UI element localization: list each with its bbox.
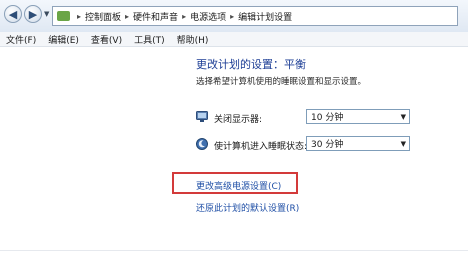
- restore-defaults-link[interactable]: 还原此计划的默认设置(R): [196, 201, 299, 214]
- menu-tools[interactable]: 工具(T): [128, 33, 171, 46]
- display-off-label: 关闭显示器:: [214, 115, 263, 125]
- breadcrumb-hardware-sound[interactable]: 硬件和声音: [133, 10, 178, 23]
- breadcrumb-separator: ▸: [230, 11, 235, 21]
- breadcrumb-separator: ▸: [182, 11, 187, 21]
- menu-help[interactable]: 帮助(H): [171, 33, 215, 46]
- advanced-power-settings-link[interactable]: 更改高级电源设置(C): [196, 179, 281, 192]
- display-off-value: 10 分钟: [311, 113, 344, 123]
- display-off-select[interactable]: 10 分钟 ▼: [306, 109, 410, 124]
- history-dropdown-icon[interactable]: ▼: [44, 10, 49, 18]
- sleep-icon: [196, 138, 208, 150]
- sleep-label: 使计算机进入睡眠状态:: [214, 142, 308, 152]
- sleep-value: 30 分钟: [311, 140, 344, 150]
- menu-edit[interactable]: 编辑(E): [42, 33, 85, 46]
- breadcrumb-power-options[interactable]: 电源选项: [190, 10, 226, 23]
- breadcrumb-edit-plan[interactable]: 编辑计划设置: [238, 10, 292, 23]
- chevron-down-icon: ▼: [400, 113, 406, 121]
- sleep-select[interactable]: 30 分钟 ▼: [306, 136, 410, 151]
- breadcrumb-separator: ▸: [77, 11, 82, 21]
- page-description: 选择希望计算机使用的睡眠设置和显示设置。: [196, 77, 367, 87]
- menu-view[interactable]: 查看(V): [85, 33, 128, 46]
- divider: [0, 250, 468, 251]
- address-bar-region: ◀ ▶ ▼ ▸ 控制面板 ▸ 硬件和声音 ▸ 电源选项 ▸ 编辑计划设置: [0, 0, 468, 33]
- chevron-down-icon: ▼: [400, 140, 406, 148]
- menu-bar: 文件(F) 编辑(E) 查看(V) 工具(T) 帮助(H): [0, 32, 468, 47]
- menu-file[interactable]: 文件(F): [0, 33, 42, 46]
- back-button[interactable]: ◀: [4, 5, 22, 23]
- address-box[interactable]: ▸ 控制面板 ▸ 硬件和声音 ▸ 电源选项 ▸ 编辑计划设置: [52, 6, 458, 26]
- control-panel-icon: [57, 11, 70, 21]
- forward-button[interactable]: ▶: [24, 5, 42, 23]
- page-title: 更改计划的设置：平衡: [196, 58, 306, 71]
- forward-arrow-icon: ▶: [28, 7, 38, 21]
- breadcrumb-separator: ▸: [125, 11, 130, 21]
- monitor-icon: [196, 111, 208, 122]
- back-arrow-icon: ◀: [8, 7, 18, 21]
- breadcrumb-control-panel[interactable]: 控制面板: [85, 10, 121, 23]
